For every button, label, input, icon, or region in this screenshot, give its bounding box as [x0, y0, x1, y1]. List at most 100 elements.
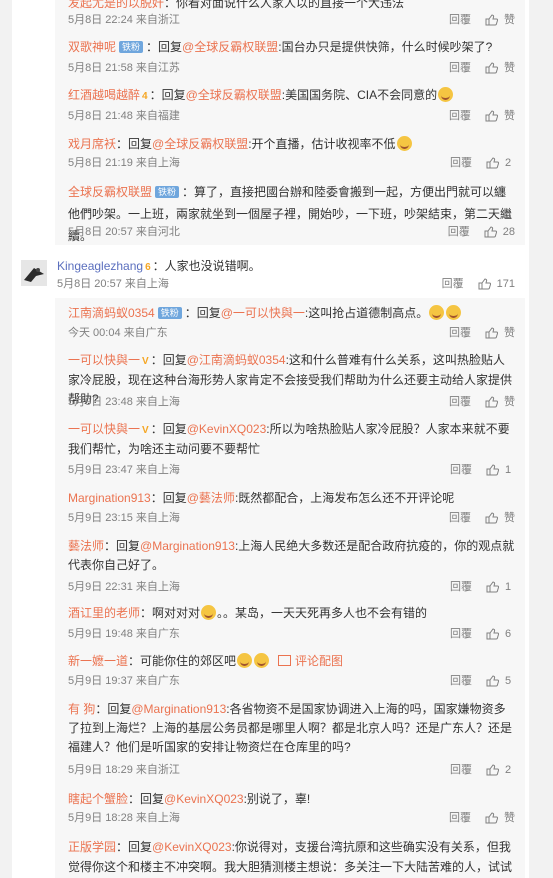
mention-link[interactable]: @Margination913: [131, 702, 226, 716]
comment-meta: 5月9日 23:47 来自上海: [68, 464, 180, 476]
commenter-name[interactable]: 江南滴蚂蚁0354: [68, 306, 155, 320]
comment-meta: 5月9日 18:29 来自浙江: [68, 764, 180, 776]
commenter-name[interactable]: 发起尤是的以脱奸: [68, 0, 164, 10]
comment-text: 新一嬷一道：可能你住的郊区吧 评论配图: [68, 653, 344, 668]
commenter-name[interactable]: 一可以快與一: [68, 353, 140, 367]
like-icon[interactable]: [485, 812, 498, 824]
iron-fan-badge: 铁粉: [155, 186, 180, 198]
reply-button[interactable]: 回覆: [449, 61, 471, 75]
comment-text: 藝法师：回复@Margination913:上海人民绝大多数还是配合政府抗疫的，…: [68, 539, 515, 572]
mention-link[interactable]: @全球反霸权联盟: [152, 137, 248, 151]
like-count: 赞: [504, 327, 515, 339]
like-icon[interactable]: [486, 581, 499, 593]
mention-link[interactable]: @KevinXQ023: [164, 792, 244, 806]
like-icon[interactable]: [486, 675, 499, 687]
reply-button[interactable]: 回覆: [449, 109, 471, 123]
like-icon[interactable]: [485, 512, 498, 524]
image-icon: [278, 655, 292, 666]
commenter-name[interactable]: 全球反霸权联盟: [68, 185, 152, 199]
like-count: 171: [496, 278, 515, 290]
comment-meta: 5月8日 22:24 来自浙江: [68, 14, 180, 26]
commenter-name[interactable]: 有 狗: [68, 702, 95, 716]
mention-link[interactable]: @全球反霸权联盟: [186, 88, 282, 102]
comment-meta: 5月9日 22:31 来自上海: [68, 581, 180, 593]
mention-link[interactable]: @全球反霸权联盟: [182, 40, 278, 54]
like-icon[interactable]: [485, 14, 498, 26]
commenter-name[interactable]: 戏月席袄: [68, 137, 116, 151]
comment-actions: 回覆 赞: [449, 326, 515, 340]
reply-button[interactable]: 回覆: [449, 511, 471, 525]
reply-button[interactable]: 回覆: [442, 277, 464, 291]
like-count: 2: [505, 764, 512, 776]
emoji-icon: [396, 136, 412, 151]
weibo-comment-page: 发起尤是的以脱奸：你看对面说什么人家人以的直接一个大违法 5月8日 22:24 …: [0, 0, 553, 878]
like-count: 赞: [504, 110, 515, 122]
iron-fan-badge: 铁粉: [157, 307, 182, 319]
comment-actions: 回覆 2: [450, 156, 515, 170]
like-count: 赞: [504, 812, 515, 824]
like-count: 2: [505, 157, 512, 169]
commenter-name[interactable]: Margination913: [68, 491, 151, 505]
comment-image-link[interactable]: 评论配图: [295, 654, 343, 668]
reply-button[interactable]: 回覆: [450, 674, 472, 688]
comment-text: Margination913：回复@藝法师:既然都配合，上海发布怎么还不开评论呢: [68, 491, 455, 505]
commenter-name[interactable]: 藝法师: [68, 539, 104, 553]
emoji-icon: [446, 305, 462, 320]
mention-link[interactable]: @Margination913: [140, 539, 235, 553]
commenter-name[interactable]: Kingeaglezhang: [57, 259, 143, 273]
like-count: 赞: [504, 14, 515, 26]
like-count: 赞: [504, 396, 515, 408]
like-icon[interactable]: [485, 327, 498, 339]
comment-text: 酒讧里的老师：啊对对对 。。某岛，一天天死再多人也不会有错的: [68, 605, 428, 620]
comment-meta: 5月8日 21:19 来自上海: [68, 157, 180, 169]
comment-actions: 回覆 赞: [449, 109, 515, 123]
reply-button[interactable]: 回覆: [450, 156, 472, 170]
comment-actions: 回覆 1: [450, 463, 515, 477]
commenter-name[interactable]: 酒讧里的老师: [68, 606, 140, 620]
reply-button[interactable]: 回覆: [449, 811, 471, 825]
mention-link[interactable]: @江南滴蚂蚁0354: [187, 353, 286, 367]
reply-button[interactable]: 回覆: [449, 13, 471, 27]
like-icon[interactable]: [478, 278, 491, 290]
emoji-icon: [237, 653, 253, 668]
comment-text: 发起尤是的以脱奸：你看对面说什么人家人以的直接一个大违法: [68, 0, 515, 12]
comment-meta: 5月8日 21:48 来自福建: [68, 110, 180, 122]
reply-button[interactable]: 回覆: [449, 395, 471, 409]
commenter-name[interactable]: 红酒越喝越醉: [68, 88, 140, 102]
like-icon[interactable]: [486, 157, 499, 169]
commenter-name[interactable]: 双歌神呢: [68, 40, 116, 54]
mention-link[interactable]: @藝法师: [187, 491, 235, 505]
comment-actions: 回覆 5: [450, 674, 515, 688]
commenter-name[interactable]: 一可以快與一: [68, 422, 140, 436]
like-icon[interactable]: [486, 764, 499, 776]
commenter-name[interactable]: 正版学园: [68, 840, 116, 854]
mention-link[interactable]: @KevinXQ023: [152, 840, 232, 854]
like-icon[interactable]: [485, 110, 498, 122]
reply-button[interactable]: 回覆: [450, 463, 472, 477]
commenter-name[interactable]: 瞎起个蟹脸: [68, 792, 128, 806]
mention-link[interactable]: @一可以快與一: [221, 306, 305, 320]
mention-link[interactable]: @KevinXQ023: [187, 422, 267, 436]
comment-meta: 5月8日 20:57 来自上海: [57, 278, 169, 290]
reply-button[interactable]: 回覆: [448, 225, 470, 239]
like-count: 赞: [504, 512, 515, 524]
commenter-name[interactable]: 新一嬷一道: [68, 654, 128, 668]
reply-button[interactable]: 回覆: [450, 580, 472, 594]
reply-button[interactable]: 回覆: [450, 627, 472, 641]
scroll-rail[interactable]: [529, 0, 553, 878]
like-icon[interactable]: [484, 226, 497, 238]
like-count: 6: [505, 628, 512, 640]
reply-button[interactable]: 回覆: [450, 763, 472, 777]
like-icon[interactable]: [486, 628, 499, 640]
like-icon[interactable]: [485, 396, 498, 408]
avatar[interactable]: [21, 260, 47, 286]
like-icon[interactable]: [486, 464, 499, 476]
like-count: 1: [505, 464, 512, 476]
comment-meta: 5月8日 20:57 来自河北: [68, 226, 180, 238]
comment-meta: 5月9日 18:28 来自上海: [68, 812, 180, 824]
reply-button[interactable]: 回覆: [449, 326, 471, 340]
comment-actions: 回覆 28: [448, 225, 515, 239]
comment-meta: 今天 00:04 来自广东: [68, 327, 168, 339]
like-icon[interactable]: [485, 62, 498, 74]
comment-meta: 5月9日 23:48 来自上海: [68, 396, 180, 408]
